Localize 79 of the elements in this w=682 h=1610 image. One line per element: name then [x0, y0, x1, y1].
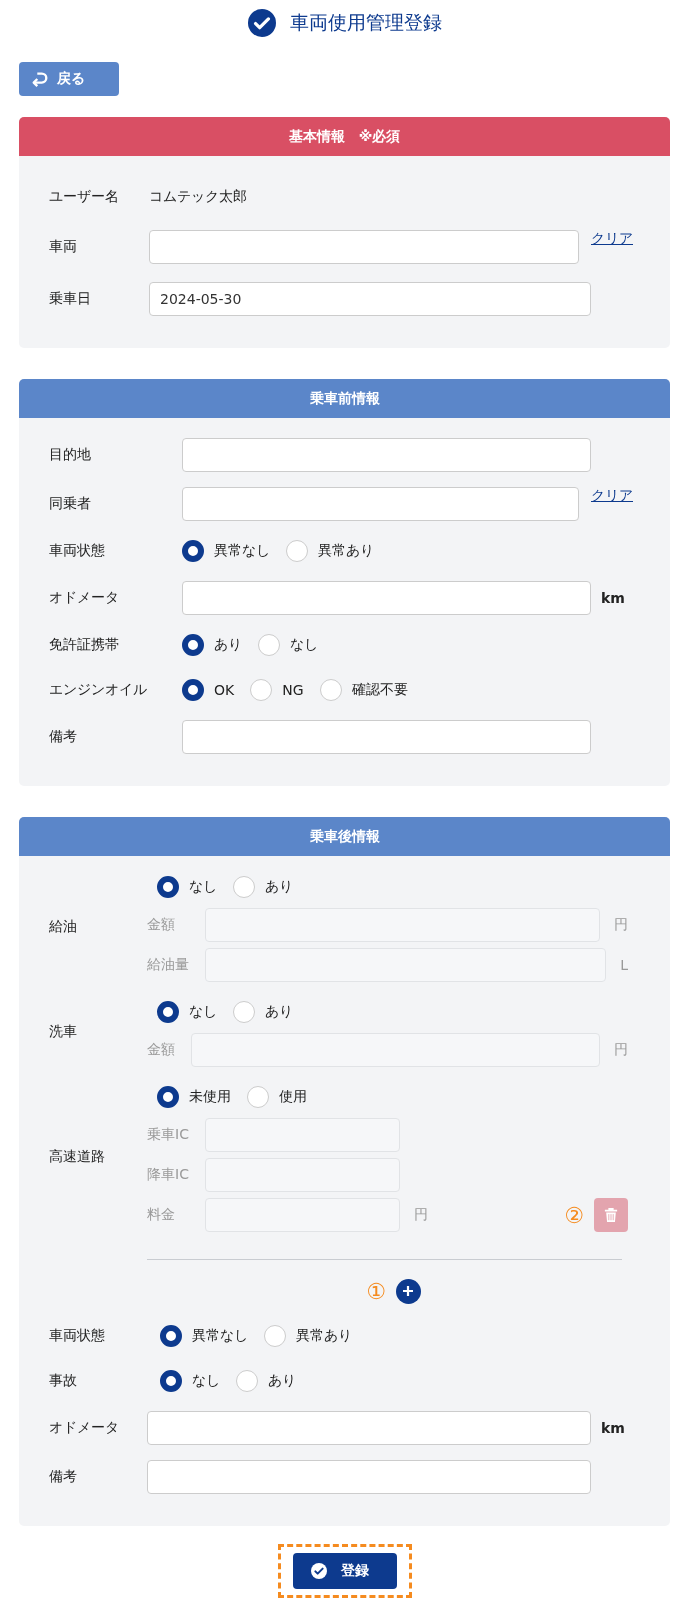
radio-option[interactable]: 異常なし	[160, 1325, 252, 1347]
field-label: 金額	[147, 1041, 175, 1059]
radio-option[interactable]: 未使用	[157, 1086, 235, 1108]
field-label: 洗車	[49, 1023, 78, 1041]
field-label: 車両	[49, 238, 78, 256]
field-label: 高速道路	[49, 1148, 106, 1166]
check-icon	[310, 1563, 327, 1579]
unit-label: 円	[614, 1041, 628, 1059]
callout-number: ①	[366, 1278, 386, 1304]
check-icon	[247, 9, 276, 37]
plus-icon	[402, 1285, 415, 1297]
field-label: 料金	[147, 1206, 176, 1224]
field-label: 免許証携帯	[49, 636, 120, 654]
field-label: 備考	[49, 728, 78, 746]
radio-button[interactable]	[157, 1086, 179, 1108]
section-header: 乗車後情報	[19, 817, 670, 856]
radio-option[interactable]: なし	[258, 634, 322, 656]
add-button[interactable]	[395, 1278, 421, 1304]
radio-option[interactable]: なし	[157, 876, 221, 898]
field-label: エンジンオイル	[49, 681, 148, 699]
field-label: 同乗者	[49, 495, 92, 513]
back-button[interactable]: 戻る	[19, 62, 119, 96]
radio-button[interactable]	[160, 1325, 182, 1347]
register-button[interactable]: 登録	[292, 1553, 397, 1589]
unit-label: 円	[614, 916, 628, 934]
radio-option[interactable]: あり	[236, 1370, 300, 1392]
input-field[interactable]	[147, 1460, 591, 1494]
section-header: 乗車前情報	[19, 379, 670, 418]
field-label: ユーザー名	[49, 188, 120, 206]
clear-link[interactable]: クリア	[591, 230, 640, 248]
unit-label: km	[601, 1420, 626, 1436]
radio-option[interactable]: OK	[182, 679, 239, 701]
input-field[interactable]	[147, 1411, 591, 1445]
page-title: 車両使用管理登録	[289, 10, 442, 35]
unit-label: L	[620, 957, 628, 973]
field-label: オドメータ	[49, 1419, 120, 1437]
user-name: コムテック太郎	[149, 188, 247, 206]
radio-button[interactable]	[160, 1370, 182, 1392]
input-field[interactable]: 2024-05-30	[149, 282, 591, 316]
radio-option[interactable]: 異常なし	[182, 540, 274, 562]
radio-option[interactable]: 異常あり	[264, 1325, 356, 1347]
return-icon	[31, 70, 49, 88]
radio-option[interactable]: 確認不要	[319, 679, 412, 701]
radio-option[interactable]: あり	[182, 634, 246, 656]
unit-label: 円	[413, 1206, 428, 1224]
field-label: 車両状態	[49, 1327, 106, 1345]
radio-button[interactable]	[157, 876, 179, 898]
clear-link[interactable]: クリア	[591, 487, 640, 505]
callout-number: ②	[564, 1202, 584, 1228]
radio-option[interactable]: 使用	[247, 1086, 311, 1108]
field-label: 乗車IC	[147, 1126, 189, 1144]
field-label: 備考	[49, 1468, 78, 1486]
radio-button[interactable]	[182, 679, 204, 701]
field-label: 給油	[49, 918, 78, 936]
radio-option[interactable]: なし	[160, 1370, 224, 1392]
field-label: 金額	[147, 916, 176, 934]
input-field[interactable]	[182, 720, 591, 754]
field-label: 給油量	[147, 956, 189, 974]
radio-button[interactable]	[182, 634, 204, 656]
unit-label: km	[601, 590, 626, 606]
radio-button[interactable]	[157, 1001, 179, 1023]
input-field[interactable]	[182, 487, 579, 521]
radio-option[interactable]: あり	[233, 876, 297, 898]
radio-option[interactable]: 異常あり	[286, 540, 378, 562]
input-field[interactable]	[182, 438, 591, 472]
radio-button[interactable]	[182, 540, 204, 562]
input-field[interactable]	[182, 581, 591, 615]
section-header: 基本情報 ※必須	[19, 117, 670, 156]
radio-option[interactable]: NG	[250, 679, 308, 701]
field-label: オドメータ	[49, 589, 120, 607]
input-field[interactable]	[149, 230, 579, 264]
radio-option[interactable]: あり	[233, 1001, 297, 1023]
field-label: 車両状態	[49, 542, 106, 560]
field-label: 目的地	[49, 446, 92, 464]
field-label: 事故	[49, 1372, 78, 1390]
field-label: 乗車日	[49, 290, 92, 308]
field-label: 降車IC	[147, 1166, 189, 1184]
radio-option[interactable]: なし	[157, 1001, 221, 1023]
trash-icon	[604, 1207, 618, 1223]
